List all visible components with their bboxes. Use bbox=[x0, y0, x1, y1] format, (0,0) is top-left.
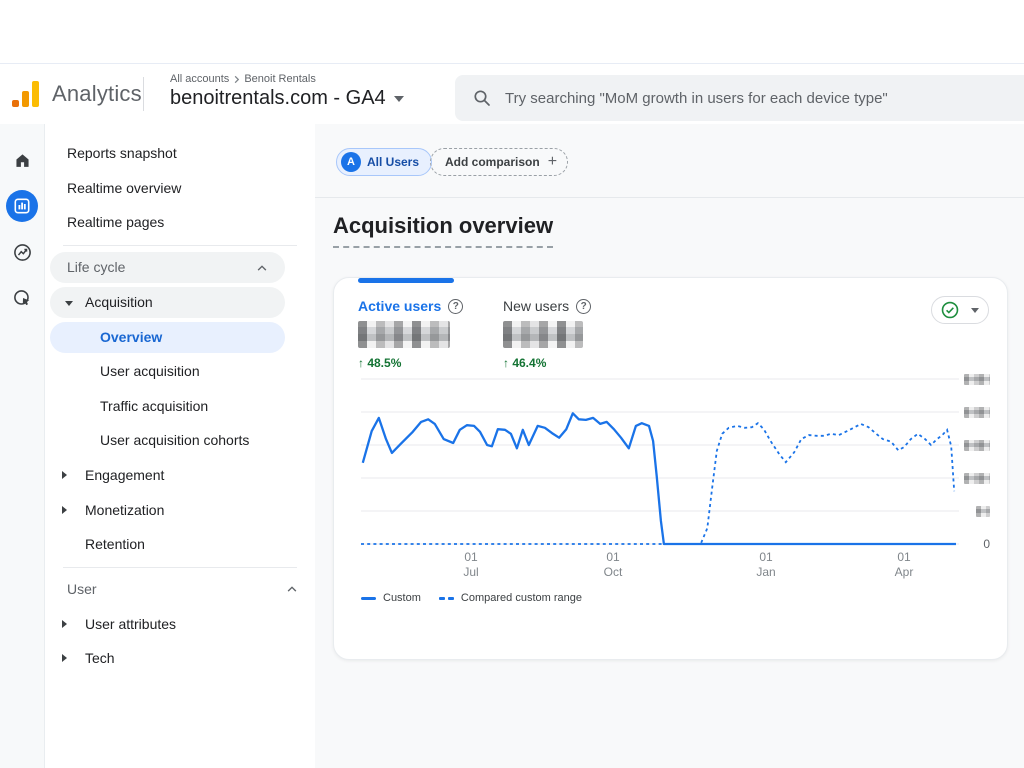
x-tick-jan: 01Jan bbox=[736, 550, 796, 580]
section-life-cycle-label: Life cycle bbox=[50, 259, 125, 275]
metric-new-users[interactable]: New users ? ↑ 46.4% bbox=[503, 298, 591, 370]
users-overview-card: Active users ? ↑ 48.5% New users ? ↑ 46.… bbox=[333, 277, 1008, 660]
help-icon[interactable]: ? bbox=[576, 299, 591, 314]
y-tick-zero: 0 bbox=[964, 537, 990, 551]
y-tick-100-redacted bbox=[964, 473, 990, 484]
breadcrumb-chevron-icon bbox=[232, 75, 241, 84]
series-custom bbox=[363, 413, 956, 544]
collapsed-arrow-icon[interactable] bbox=[62, 620, 67, 628]
dashed-line-swatch-icon bbox=[439, 597, 454, 600]
y-tick-200-redacted bbox=[964, 407, 990, 418]
plus-icon: + bbox=[548, 153, 557, 171]
collapse-chevron-icon[interactable] bbox=[286, 584, 298, 594]
nav-rail-home-button[interactable] bbox=[0, 143, 45, 177]
breadcrumb: All accounts Benoit Rentals bbox=[170, 73, 404, 85]
add-comparison-label: Add comparison bbox=[445, 155, 540, 169]
all-users-segment-chip[interactable]: A All Users bbox=[336, 148, 432, 176]
reports-sidebar: Reports snapshot Realtime overview Realt… bbox=[45, 124, 315, 768]
header-divider bbox=[143, 77, 144, 111]
analytics-home-link[interactable]: Analytics bbox=[12, 64, 142, 124]
property-selector[interactable]: benoitrentals.com - GA4 bbox=[170, 87, 404, 110]
x-tick-apr: 01Apr bbox=[874, 550, 934, 580]
sidebar-item-retention[interactable]: Retention bbox=[45, 527, 315, 561]
sidebar-item-realtime-pages[interactable]: Realtime pages bbox=[45, 205, 315, 239]
new-users-delta: ↑ 46.4% bbox=[503, 356, 591, 370]
data-quality-dropdown[interactable] bbox=[931, 296, 989, 324]
collapsed-arrow-icon[interactable] bbox=[62, 654, 67, 662]
home-icon bbox=[14, 152, 31, 169]
x-tick-oct: 01Oct bbox=[583, 550, 643, 580]
solid-line-swatch-icon bbox=[361, 597, 376, 600]
property-caret-icon bbox=[394, 96, 404, 102]
advertising-icon bbox=[13, 289, 32, 308]
reports-icon bbox=[14, 198, 30, 214]
new-users-label[interactable]: New users bbox=[503, 298, 569, 314]
sidebar-item-traffic-acquisition[interactable]: Traffic acquisition bbox=[45, 389, 315, 423]
product-name: Analytics bbox=[52, 81, 142, 107]
section-user-label: User bbox=[67, 581, 97, 597]
ga-analytics-app: Analytics All accounts Benoit Rentals be… bbox=[0, 0, 1024, 768]
sidebar-item-acquisition[interactable]: Acquisition bbox=[50, 287, 285, 318]
nav-rail-reports-button[interactable] bbox=[6, 190, 38, 222]
property-selector-label: benoitrentals.com - GA4 bbox=[170, 87, 386, 110]
all-users-badge: A bbox=[341, 152, 361, 172]
search-placeholder: Try searching "MoM growth in users for e… bbox=[505, 90, 888, 107]
metric-active-users[interactable]: Active users ? ↑ 48.5% bbox=[358, 298, 463, 370]
active-users-label[interactable]: Active users bbox=[358, 298, 441, 314]
expanded-arrow-icon[interactable] bbox=[65, 301, 73, 306]
sidebar-item-overview-active[interactable]: Overview bbox=[50, 322, 285, 353]
active-metric-tab-indicator bbox=[358, 278, 454, 283]
sidebar-item-user-acquisition-cohorts[interactable]: User acquisition cohorts bbox=[45, 423, 315, 457]
analytics-logo-icon bbox=[12, 81, 42, 107]
x-tick-jul: 01Jul bbox=[441, 550, 501, 580]
breadcrumb-account[interactable]: All accounts bbox=[170, 73, 229, 85]
content-area: A All Users Add comparison + Acquisition… bbox=[315, 124, 1024, 768]
active-users-value-redacted bbox=[358, 321, 450, 348]
sidebar-section-user[interactable]: User bbox=[45, 572, 315, 606]
nav-rail-advertising-button[interactable] bbox=[0, 281, 45, 315]
y-tick-150-redacted bbox=[964, 440, 990, 451]
content-divider bbox=[315, 197, 1024, 198]
explore-icon bbox=[13, 243, 32, 262]
sidebar-item-user-acquisition[interactable]: User acquisition bbox=[45, 354, 315, 388]
sidebar-divider bbox=[63, 567, 297, 568]
collapsed-arrow-icon[interactable] bbox=[62, 471, 67, 479]
y-tick-250-redacted bbox=[964, 374, 990, 385]
sidebar-item-realtime-overview[interactable]: Realtime overview bbox=[45, 171, 315, 205]
add-comparison-chip[interactable]: Add comparison + bbox=[430, 148, 568, 176]
sidebar-item-user-attributes[interactable]: User attributes bbox=[45, 607, 315, 641]
chevron-down-icon bbox=[971, 308, 979, 313]
sidebar-item-engagement[interactable]: Engagement bbox=[45, 458, 315, 492]
chart-legend: Custom Compared custom range bbox=[361, 592, 582, 604]
collapse-chevron-icon[interactable] bbox=[256, 263, 268, 273]
y-tick-50-redacted bbox=[976, 506, 990, 517]
sidebar-section-life-cycle[interactable]: Life cycle bbox=[50, 252, 285, 283]
sidebar-divider bbox=[63, 245, 297, 246]
page-title: Acquisition overview bbox=[333, 213, 553, 248]
sidebar-item-monetization[interactable]: Monetization bbox=[45, 493, 315, 527]
sidebar-item-tech[interactable]: Tech bbox=[45, 641, 315, 675]
overview-label: Overview bbox=[50, 329, 162, 345]
breadcrumb-property[interactable]: Benoit Rentals bbox=[244, 73, 316, 85]
collapsed-arrow-icon[interactable] bbox=[62, 506, 67, 514]
sidebar-item-reports-snapshot[interactable]: Reports snapshot bbox=[45, 136, 315, 170]
check-circle-icon bbox=[941, 301, 959, 319]
app-header: Analytics All accounts Benoit Rentals be… bbox=[0, 64, 1024, 124]
nav-rail-explore-button[interactable] bbox=[0, 235, 45, 269]
nav-rail bbox=[0, 124, 45, 768]
all-users-chip-label: All Users bbox=[367, 155, 419, 169]
property-switcher[interactable]: All accounts Benoit Rentals benoitrental… bbox=[170, 73, 404, 110]
search-bar[interactable]: Try searching "MoM growth in users for e… bbox=[455, 75, 1024, 121]
new-users-value-redacted bbox=[503, 321, 583, 348]
active-users-delta: ↑ 48.5% bbox=[358, 356, 463, 370]
search-icon bbox=[473, 89, 491, 107]
help-icon[interactable]: ? bbox=[448, 299, 463, 314]
legend-item-compared: Compared custom range bbox=[439, 592, 582, 604]
legend-item-custom: Custom bbox=[361, 592, 421, 604]
